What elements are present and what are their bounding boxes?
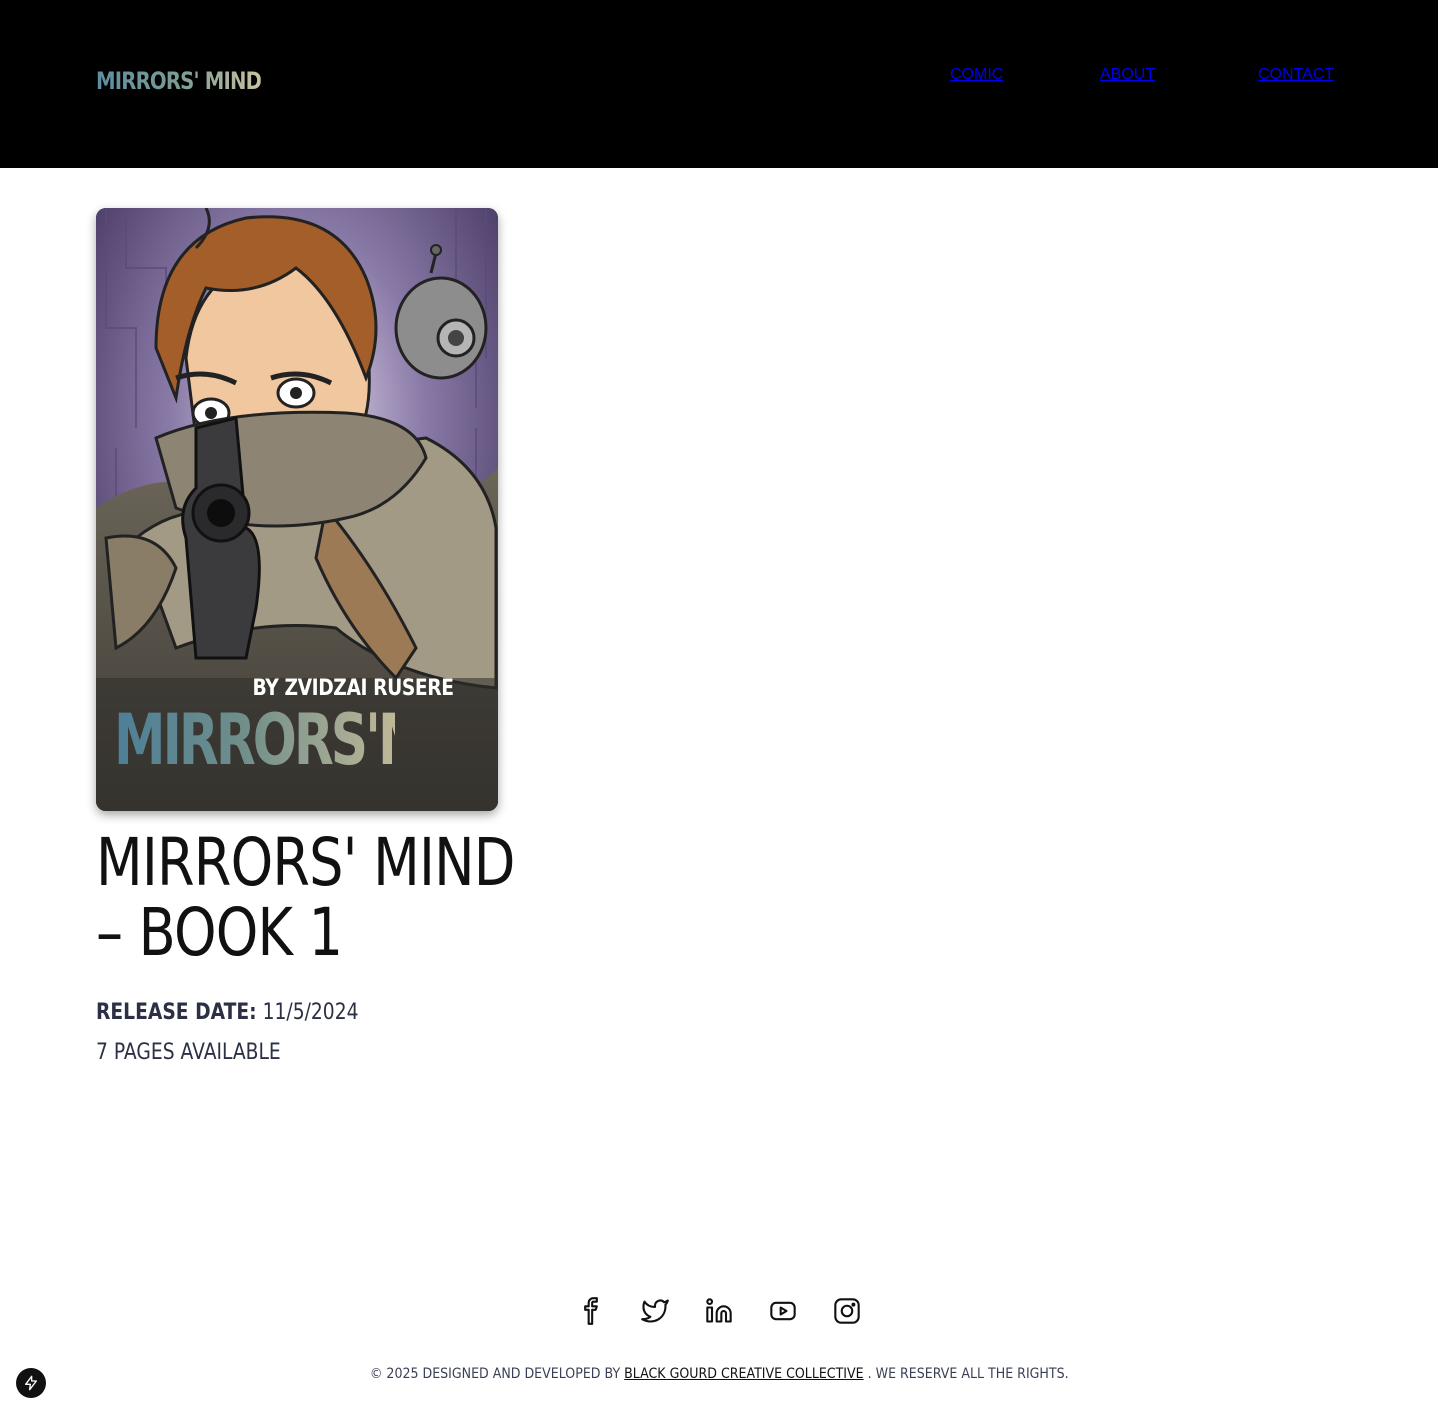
pages-available: 7 PAGES AVAILABLE — [96, 1040, 281, 1065]
cover-byline: BY ZVIDZAI RUSERE — [252, 676, 455, 701]
youtube-icon[interactable] — [769, 1297, 797, 1325]
comic-title-line2: – BOOK 1 — [96, 894, 343, 971]
instagram-icon[interactable] — [833, 1297, 861, 1325]
copyright-prefix: © 2025 DESIGNED AND DEVELOPED BY — [369, 1366, 620, 1382]
nav-comic-link[interactable]: COMIC — [950, 66, 1003, 100]
release-date: RELEASE DATE: 11/5/2024 — [96, 1000, 358, 1025]
comic-title-line1: MIRRORS' MIND — [96, 824, 515, 901]
site-logo[interactable]: MIRRORS' MIND — [96, 66, 262, 96]
nav-about-link[interactable]: ABOUT — [1100, 66, 1155, 100]
release-date-value: 11/5/2024 — [262, 1000, 359, 1025]
comic-title[interactable]: MIRRORS' MIND – BOOK 1 — [96, 828, 516, 968]
linkedin-icon[interactable] — [705, 1297, 733, 1325]
lightning-bolt-icon[interactable] — [16, 1368, 46, 1398]
site-header: MIRRORS' MIND COMIC ABOUT CONTACT — [0, 0, 1438, 168]
footer-copyright: © 2025 DESIGNED AND DEVELOPED BY BLACK G… — [0, 1366, 1438, 1382]
comic-cover-image[interactable]: BY ZVIDZAI RUSERE MIRRORS'MIND — [96, 208, 498, 811]
nav-contact-link[interactable]: CONTACT — [1258, 66, 1334, 100]
cover-title: MIRRORS'MIND — [114, 699, 498, 781]
facebook-icon[interactable] — [577, 1297, 605, 1325]
twitter-icon[interactable] — [641, 1297, 669, 1325]
release-date-label: RELEASE DATE: — [96, 1000, 257, 1025]
company-link[interactable]: BLACK GOURD CREATIVE COLLECTIVE — [624, 1366, 863, 1382]
copyright-suffix: . WE RESERVE ALL THE RIGHTS. — [867, 1366, 1069, 1382]
